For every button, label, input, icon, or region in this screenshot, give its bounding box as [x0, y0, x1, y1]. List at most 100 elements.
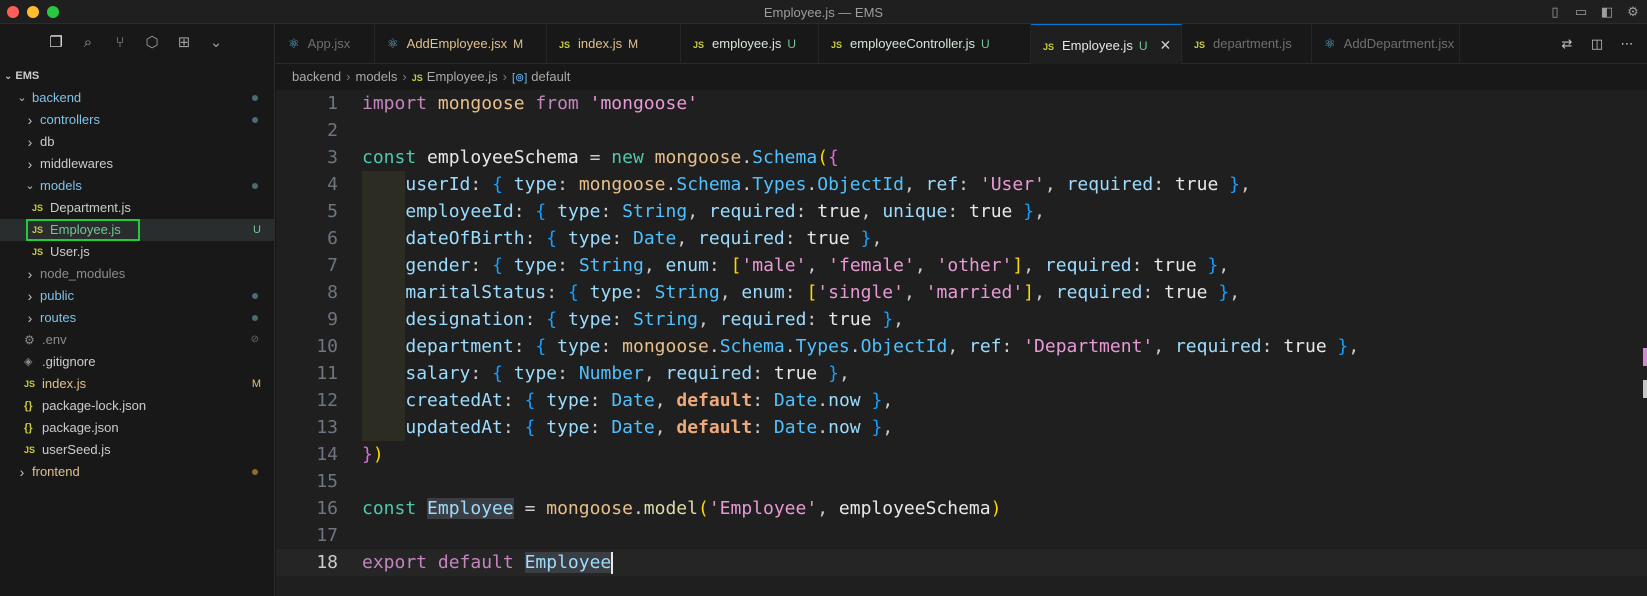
tree-item-userseed-js[interactable]: JS userSeed.js	[0, 439, 274, 461]
search-icon[interactable]: ⌕	[78, 33, 98, 53]
tree-item-public[interactable]: › public	[0, 285, 274, 307]
settings-gear-icon[interactable]: ⚙	[1625, 4, 1641, 20]
tree-item-routes[interactable]: › routes	[0, 307, 274, 329]
code-line[interactable]: 11 salary: { type: Number, required: tru…	[276, 360, 1647, 387]
code-line[interactable]: 16 const Employee = mongoose.model('Emplo…	[276, 495, 1647, 522]
code-text: const Employee = mongoose.model('Employe…	[362, 498, 1002, 519]
tree-item--env[interactable]: ⚙ .env ⊘	[0, 329, 274, 351]
react-file-icon: ⚛	[1324, 36, 1336, 51]
explorer-icon[interactable]: ❐	[46, 33, 66, 53]
tree-item-package-lock-json[interactable]: {} package-lock.json	[0, 395, 274, 417]
code-text: designation: { type: String, required: t…	[405, 309, 904, 330]
tab-employee-js[interactable]: JS employee.js U	[681, 24, 819, 64]
git-file-icon: ◈	[24, 356, 33, 368]
chevron-right-icon: ›	[27, 266, 33, 282]
tab-department-js[interactable]: JS department.js	[1182, 24, 1312, 64]
explorer-root[interactable]: ⌄ EMS	[0, 65, 274, 87]
split-editor-icon[interactable]: ◫	[1589, 36, 1605, 52]
tree-item-package-json[interactable]: {} package.json	[0, 417, 274, 439]
line-number: 4	[327, 174, 338, 195]
code-line[interactable]: 14})	[276, 441, 1647, 468]
code-line[interactable]: 13 updatedAt: { type: Date, default: Dat…	[276, 414, 1647, 441]
code-line[interactable]: 3 const employeeSchema = new mongoose.Sch…	[276, 144, 1647, 171]
modified-dot-icon	[252, 183, 258, 189]
code-text: createdAt: { type: Date, default: Date.n…	[405, 390, 894, 411]
chevron-down-icon: ⌄	[4, 71, 13, 82]
title-bar: Employee.js — EMS ▯ ▭ ◧ ⚙	[0, 0, 1647, 24]
code-line[interactable]: 12 createdAt: { type: Date, default: Dat…	[276, 387, 1647, 414]
tree-item-node-modules[interactable]: › node_modules	[0, 263, 274, 285]
breadcrumb-models[interactable]: models	[356, 69, 398, 84]
tree-item-department-js[interactable]: JS Department.js	[0, 197, 274, 219]
window-title: Employee.js — EMS	[763, 5, 884, 20]
code-line[interactable]: 7 gender: { type: String, enum: ['male',…	[276, 252, 1647, 279]
breadcrumb-backend[interactable]: backend	[292, 69, 341, 84]
code-text: gender: { type: String, enum: ['male', '…	[405, 255, 1230, 276]
run-debug-icon[interactable]: ⬡	[142, 33, 162, 53]
line-number: 8	[327, 282, 338, 303]
chevron-right-icon: ›	[27, 156, 33, 172]
js-file-icon: JS	[411, 73, 423, 83]
tree-item-label: models	[40, 178, 82, 193]
tab-label: index.js	[578, 36, 623, 51]
tab-employeecontroller-js[interactable]: JS employeeController.js U	[819, 24, 1031, 64]
tree-item-label: .env	[42, 332, 67, 347]
tab-addemployee-jsx[interactable]: ⚛ AddEmployee.jsx M	[375, 24, 547, 64]
chevron-right-icon: ›	[346, 69, 351, 84]
tree-item-label: userSeed.js	[42, 442, 111, 457]
tree-item-label: public	[40, 288, 74, 303]
code-line[interactable]: 9 designation: { type: String, required:…	[276, 306, 1647, 333]
code-line[interactable]: 2	[276, 117, 1647, 144]
tree-item-index-js[interactable]: JS index.js M	[0, 373, 274, 395]
toggle-sidebar-icon[interactable]: ▯	[1547, 4, 1563, 20]
line-number: 14	[316, 444, 338, 465]
tree-item-middlewares[interactable]: › middlewares	[0, 153, 274, 175]
tab-employee-js[interactable]: JS Employee.js U ✕	[1031, 24, 1182, 64]
code-line[interactable]: 6 dateOfBirth: { type: Date, required: t…	[276, 225, 1647, 252]
toggle-secondary-sidebar-icon[interactable]: ◧	[1599, 4, 1615, 20]
js-file-icon: JS	[24, 445, 36, 455]
code-line[interactable]: 4 userId: { type: mongoose.Schema.Types.…	[276, 171, 1647, 198]
tree-item-employee-js[interactable]: JS Employee.js U	[0, 219, 274, 241]
line-number: 18	[316, 552, 338, 573]
code-line-current[interactable]: 18 export default Employee	[276, 549, 1647, 576]
close-tab-icon[interactable]: ✕	[1160, 37, 1172, 53]
js-file-icon: JS	[1043, 42, 1055, 52]
source-control-icon[interactable]: ⑂	[110, 33, 130, 53]
code-line[interactable]: 5 employeeId: { type: String, required: …	[276, 198, 1647, 225]
tab-adddepartment-jsx[interactable]: ⚛ AddDepartment.jsx	[1312, 24, 1460, 64]
line-number: 16	[316, 498, 338, 519]
chevron-down-icon[interactable]: ⌄	[206, 33, 226, 53]
more-actions-icon[interactable]: ⋯	[1619, 36, 1635, 52]
text-cursor	[611, 552, 614, 574]
line-number: 7	[327, 255, 338, 276]
code-line[interactable]: 10 department: { type: mongoose.Schema.T…	[276, 333, 1647, 360]
code-line[interactable]: 15	[276, 468, 1647, 495]
tree-item-models[interactable]: ⌄ models	[0, 175, 274, 197]
code-editor[interactable]: 1 import mongoose from 'mongoose' 2 3 cons…	[276, 90, 1647, 596]
tree-item-backend[interactable]: ⌄ backend	[0, 87, 274, 109]
tab-index-js[interactable]: JS index.js M	[547, 24, 681, 64]
code-line[interactable]: 8 maritalStatus: { type: String, enum: […	[276, 279, 1647, 306]
line-number: 5	[327, 201, 338, 222]
extensions-icon[interactable]: ⊞	[174, 33, 194, 53]
code-line[interactable]: 1 import mongoose from 'mongoose'	[276, 90, 1647, 117]
tree-item-frontend[interactable]: › frontend	[0, 461, 274, 483]
env-file-gear-icon: ⚙	[24, 333, 35, 347]
breadcrumb-symbol[interactable]: default	[531, 69, 570, 84]
toggle-panel-icon[interactable]: ▭	[1573, 4, 1589, 20]
breadcrumb-file[interactable]: Employee.js	[427, 69, 498, 84]
tree-item-db[interactable]: › db	[0, 131, 274, 153]
code-text: const employeeSchema = new mongoose.Sche…	[362, 147, 839, 168]
tree-item-controllers[interactable]: › controllers	[0, 109, 274, 131]
chevron-right-icon: ›	[27, 288, 33, 304]
tab-app-jsx[interactable]: ⚛ App.jsx	[276, 24, 375, 64]
code-text: userId: { type: mongoose.Schema.Types.Ob…	[405, 174, 1251, 195]
code-line[interactable]: 17	[276, 522, 1647, 549]
chevron-right-icon: ›	[402, 69, 407, 84]
tree-item-user-js[interactable]: JS User.js	[0, 241, 274, 263]
open-changes-icon[interactable]: ⇄	[1559, 36, 1575, 52]
tab-git-status: U	[787, 37, 797, 51]
code-text: dateOfBirth: { type: Date, required: tru…	[405, 228, 883, 249]
tree-item--gitignore[interactable]: ◈ .gitignore	[0, 351, 274, 373]
